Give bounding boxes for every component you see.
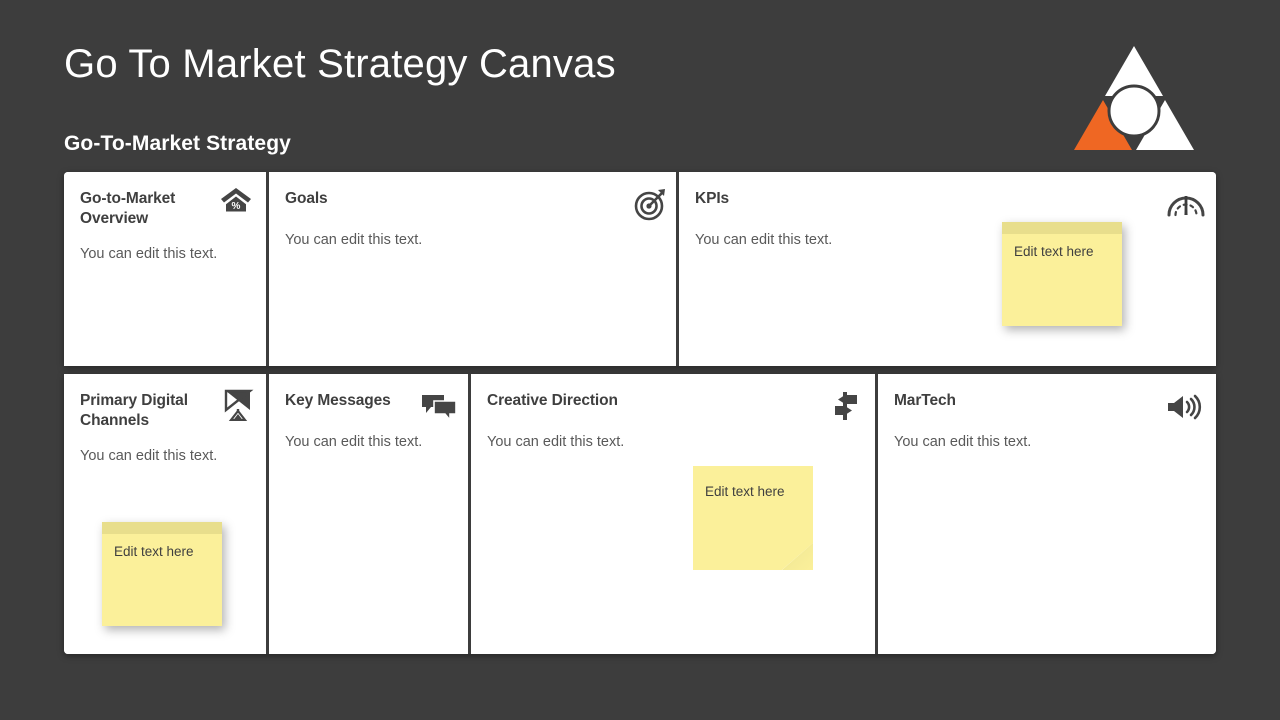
cell-header: Key Messages xyxy=(285,391,457,421)
cell-title: Goals xyxy=(285,190,328,207)
speedometer-icon xyxy=(1166,191,1206,225)
signpost-icon xyxy=(823,391,863,425)
cell-title: Key Messages xyxy=(285,392,391,409)
cell-body-text: You can edit this text. xyxy=(285,232,423,248)
cell-header: Creative Direction xyxy=(487,391,859,420)
sticky-note[interactable]: Edit text here xyxy=(693,466,813,570)
canvas-row-top: Go-to-Market Overview % You can edit thi… xyxy=(64,172,1216,366)
canvas-cell-key-messages[interactable]: Key Messages You can edit this text. xyxy=(269,374,471,654)
cell-title: MarTech xyxy=(894,392,956,409)
svg-text:%: % xyxy=(232,201,241,212)
canvas-cell-kpis[interactable]: KPIs You can edit this text. Edit text h… xyxy=(679,172,1216,366)
speech-bubbles-icon xyxy=(418,393,458,427)
strategy-canvas: Go-to-Market Overview % You can edit thi… xyxy=(64,172,1216,654)
sticky-note-text: Edit text here xyxy=(1014,244,1094,259)
canvas-cell-martech[interactable]: MarTech You can edit this text. xyxy=(878,374,1216,654)
cell-title: KPIs xyxy=(695,190,730,207)
sticky-note[interactable]: Edit text here xyxy=(102,522,222,626)
canvas-row-bottom: Primary Digital Channels You can edit th… xyxy=(64,374,1216,654)
target-arrow-icon xyxy=(628,187,668,221)
sticky-note-text: Edit text here xyxy=(114,544,194,559)
cell-header: Primary Digital Channels xyxy=(80,389,254,431)
canvas-cell-creative-direction[interactable]: Creative Direction You can edit this tex… xyxy=(471,374,878,654)
cell-body-text: You can edit this text. xyxy=(894,434,1032,450)
cell-body-text: You can edit this text. xyxy=(80,447,218,464)
canvas-cell-goals[interactable]: Goals You can edit this text. xyxy=(269,172,679,366)
cell-body-text: You can edit this text. xyxy=(80,245,218,262)
canvas-cell-go-to-market-overview[interactable]: Go-to-Market Overview % You can edit thi… xyxy=(64,172,269,366)
page-title: Go To Market Strategy Canvas xyxy=(64,42,616,86)
cell-title: Primary Digital Channels xyxy=(80,392,188,429)
triangle-circle-logo xyxy=(1074,44,1194,154)
sticky-note-text: Edit text here xyxy=(705,484,785,499)
house-percent-icon: % xyxy=(212,187,252,221)
cell-body-text: You can edit this text. xyxy=(487,434,625,450)
sticky-note[interactable]: Edit text here xyxy=(1002,222,1122,326)
cell-header: KPIs xyxy=(695,189,1205,217)
cell-title: Creative Direction xyxy=(487,392,618,409)
cell-header: Goals xyxy=(285,189,665,221)
cell-body-text: You can edit this text. xyxy=(695,232,833,248)
cell-header: Go-to-Market Overview % xyxy=(80,187,252,229)
page-subtitle: Go-To-Market Strategy xyxy=(64,132,291,155)
canvas-cell-primary-digital-channels[interactable]: Primary Digital Channels You can edit th… xyxy=(64,374,269,654)
cell-title: Go-to-Market Overview xyxy=(80,190,176,227)
cell-header: MarTech xyxy=(894,391,1202,420)
cell-body-text: You can edit this text. xyxy=(285,434,423,450)
speaker-icon xyxy=(1166,393,1206,427)
satellite-dish-icon xyxy=(214,389,254,423)
